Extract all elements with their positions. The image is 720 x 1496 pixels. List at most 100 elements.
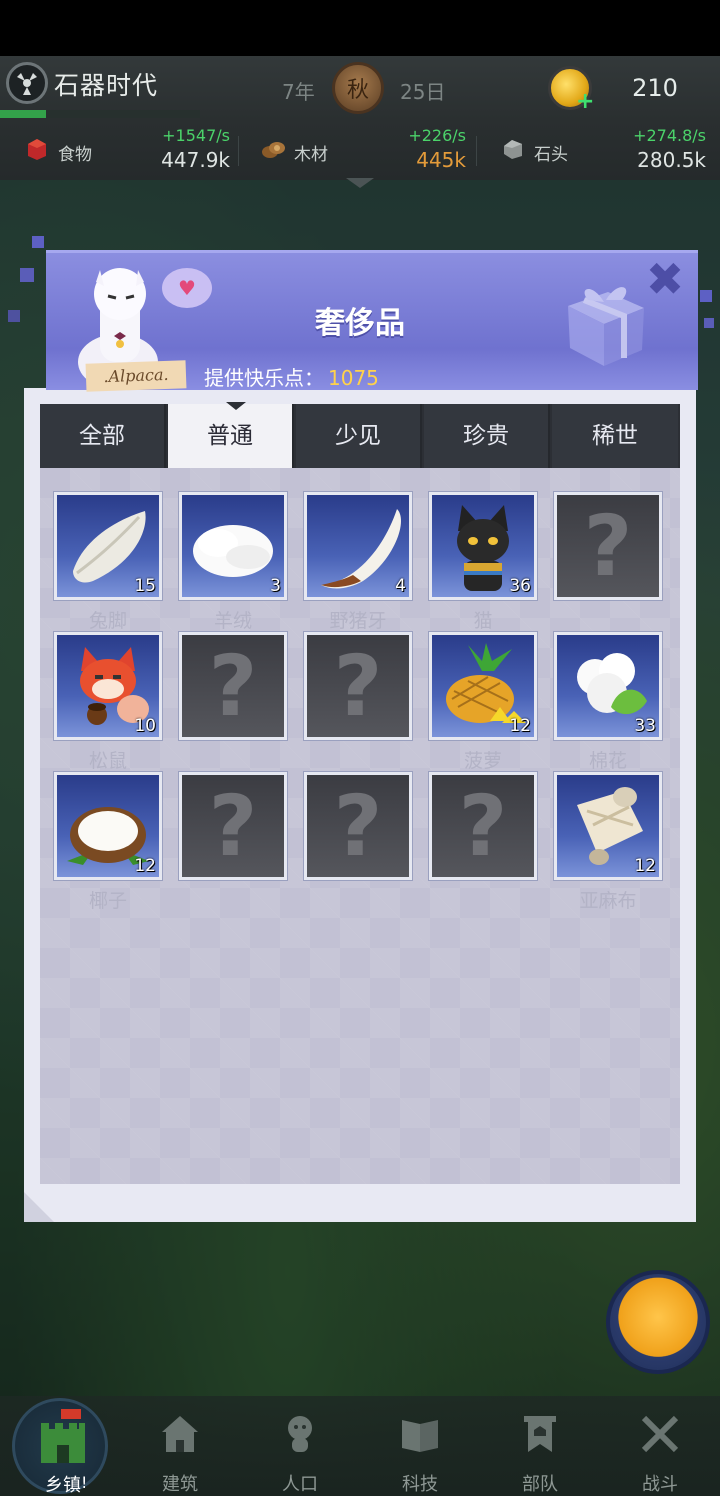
unknown-icon: ? [583, 497, 633, 595]
era-progress-bar [0, 110, 200, 118]
nav-label: 战斗 [642, 1474, 678, 1495]
nav-town[interactable]: 乡镇 ! [12, 1398, 108, 1496]
item-count: 15 [134, 576, 156, 596]
tab-rare[interactable]: 珍贵 [424, 404, 550, 468]
season-badge[interactable]: 秋 [332, 62, 384, 114]
top-header: 石器时代 7年 秋 25日 + 210 [0, 56, 720, 120]
nav-tech[interactable]: 科技 [370, 1412, 470, 1496]
day-label: 25日 [400, 80, 446, 104]
resource-rate: +274.8/s [633, 126, 706, 145]
item-name: 棉花 [588, 750, 627, 772]
item-name: 椰子 [88, 890, 127, 912]
item-name: 松鼠 [88, 750, 127, 772]
add-coins-icon[interactable]: + [576, 91, 596, 113]
calendar: 7年 秋 25日 [280, 62, 460, 114]
rarity-tabs: 全部 普通 少见 珍贵 稀世 [40, 404, 680, 468]
resource-label: 石头 [534, 145, 568, 165]
item-count: 12 [134, 856, 156, 876]
tech-book-icon [402, 1420, 438, 1452]
item-slot[interactable]: 10 [54, 632, 162, 740]
item-count: 12 [509, 716, 531, 736]
resource-stone: 石头 +274.8/s 280.5k [496, 120, 716, 180]
resource-label: 食物 [58, 145, 92, 165]
nav-label: 科技 [402, 1474, 438, 1495]
item-name: 亚麻布 [579, 890, 637, 912]
resource-rate: +226/s [408, 126, 466, 145]
pixel-decoration [700, 290, 712, 302]
unknown-icon: ? [333, 637, 383, 735]
page-curl-decoration [24, 1192, 54, 1222]
item-slot-locked[interactable]: ? [554, 492, 662, 600]
nav-building[interactable]: 建筑 [130, 1412, 230, 1496]
nav-label: 乡镇 [45, 1475, 81, 1496]
cashmere-icon [193, 525, 273, 577]
resource-amount: 445k [416, 148, 466, 172]
divider [238, 136, 239, 166]
item-count: 33 [634, 716, 656, 736]
item-count: 10 [134, 716, 156, 736]
item-slot[interactable]: 15 [54, 492, 162, 600]
close-button[interactable]: ✖ [642, 256, 688, 302]
pixel-decoration [704, 318, 714, 328]
boar-tusk-icon [321, 509, 402, 589]
item-slot-locked[interactable]: ? [304, 632, 412, 740]
nav-army[interactable]: 部队 [490, 1412, 590, 1496]
happiness-points-value: 1075 [328, 366, 379, 390]
pixel-decoration [20, 268, 34, 282]
nav-battle[interactable]: 战斗 [610, 1412, 710, 1496]
item-count: 36 [509, 576, 531, 596]
tab-legendary[interactable]: 稀世 [552, 404, 678, 468]
unknown-icon: ? [208, 777, 258, 875]
item-count: 4 [395, 576, 406, 596]
nav-population[interactable]: 人口 [250, 1412, 350, 1496]
era-progress-fill [0, 110, 46, 118]
alpaca-sign: .Alpaca. [85, 360, 187, 392]
army-banner-icon [524, 1416, 556, 1452]
hero-avatar[interactable] [606, 1270, 710, 1374]
resource-amount: 447.9k [161, 148, 230, 172]
nav-label: 建筑 [162, 1474, 198, 1495]
happiness-points-label: 提供快乐点： [204, 366, 324, 390]
resource-label: 木材 [294, 145, 328, 165]
pixel-decoration [8, 310, 20, 322]
population-icon [288, 1416, 312, 1452]
building-icon [162, 1416, 198, 1452]
unknown-icon: ? [458, 777, 508, 875]
resources-bar[interactable]: 食物 +1547/s 447.9k 木材 +226/s 445k 石头 +274… [0, 120, 720, 180]
item-slot[interactable]: 12 [554, 772, 662, 880]
active-tab-pointer [226, 402, 246, 410]
item-count: 12 [634, 856, 656, 876]
tab-common[interactable]: 普通 [168, 404, 294, 468]
item-slot-locked[interactable]: ? [179, 772, 287, 880]
item-name: 菠萝 [463, 750, 502, 772]
stone-icon [504, 140, 522, 159]
item-slot[interactable]: 4 [304, 492, 412, 600]
item-slot[interactable]: 3 [179, 492, 287, 600]
unknown-icon: ? [333, 777, 383, 875]
item-slot-locked[interactable]: ? [304, 772, 412, 880]
crossed-swords-icon [641, 1415, 679, 1453]
item-slot[interactable]: 36 [429, 492, 537, 600]
item-slot[interactable]: 12 [429, 632, 537, 740]
year-label: 7年 [282, 80, 315, 104]
item-slot[interactable]: 12 [54, 772, 162, 880]
game-title: 石器时代 [54, 71, 159, 100]
item-name: 野猪牙 [329, 610, 387, 632]
tab-all[interactable]: 全部 [40, 404, 166, 468]
item-name: 兔脚 [88, 610, 127, 632]
game-logo-icon[interactable] [6, 62, 48, 104]
happiness-points: 提供快乐点： 1075 [204, 362, 379, 391]
nav-notify-badge: ! [81, 1473, 88, 1492]
resource-food: 食物 +1547/s 447.9k [20, 120, 240, 180]
item-slot-locked[interactable]: ? [179, 632, 287, 740]
item-name: 猫 [473, 610, 493, 632]
wood-icon [262, 142, 285, 158]
tab-uncommon[interactable]: 少见 [296, 404, 422, 468]
nav-label: 部队 [522, 1474, 558, 1495]
item-slot-locked[interactable]: ? [429, 772, 537, 880]
expand-resources-icon[interactable] [346, 178, 374, 188]
resource-rate: +1547/s [162, 126, 230, 145]
food-icon [28, 139, 46, 160]
item-slot[interactable]: 33 [554, 632, 662, 740]
item-name: 羊绒 [213, 610, 252, 632]
